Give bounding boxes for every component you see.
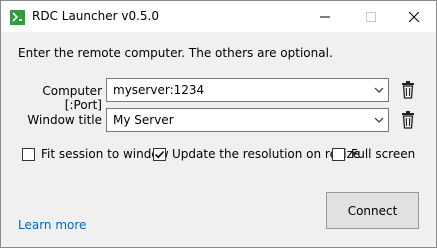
delete-window-title-icon[interactable] [400,111,416,129]
window-title: RDC Launcher v0.5.0 [32,9,159,23]
checkmark-icon [154,150,165,158]
connect-button[interactable]: Connect [326,192,419,229]
maximize-button[interactable] [349,1,393,32]
window-title-label: Window title [27,113,102,127]
full-screen-label: Full screen [351,147,416,161]
fit-session-checkbox[interactable]: Fit session to window [22,146,169,162]
checkbox-box[interactable] [332,147,345,161]
computer-input[interactable] [107,79,365,101]
window-title-input[interactable] [107,109,365,131]
instruction-text: Enter the remote computer. The others ar… [18,46,333,60]
full-screen-checkbox[interactable]: Full screen [332,146,415,162]
computer-combobox[interactable] [106,78,389,102]
dialog-content: Enter the remote computer. The others ar… [1,32,436,247]
minimize-button[interactable] [303,1,347,32]
chevron-down-icon[interactable] [374,116,384,124]
delete-computer-icon[interactable] [400,81,416,99]
window-title-combobox[interactable] [106,108,389,132]
update-resolution-checkbox[interactable]: Update the resolution on resize [153,146,360,162]
title-bar[interactable]: RDC Launcher v0.5.0 [1,1,436,32]
computer-label: Computer [:Port] [42,84,102,112]
minimize-icon [320,16,330,17]
maximize-icon [366,11,376,22]
chevron-down-icon[interactable] [374,86,384,94]
fit-session-label: Fit session to window [41,147,169,161]
close-button[interactable] [392,1,436,32]
app-icon [10,10,25,25]
app-window: RDC Launcher v0.5.0 Enter the remote com… [0,0,437,248]
learn-more-link[interactable]: Learn more [18,218,86,232]
checkbox-box[interactable] [22,147,35,161]
checkbox-box[interactable] [153,147,166,161]
close-icon [409,11,419,22]
